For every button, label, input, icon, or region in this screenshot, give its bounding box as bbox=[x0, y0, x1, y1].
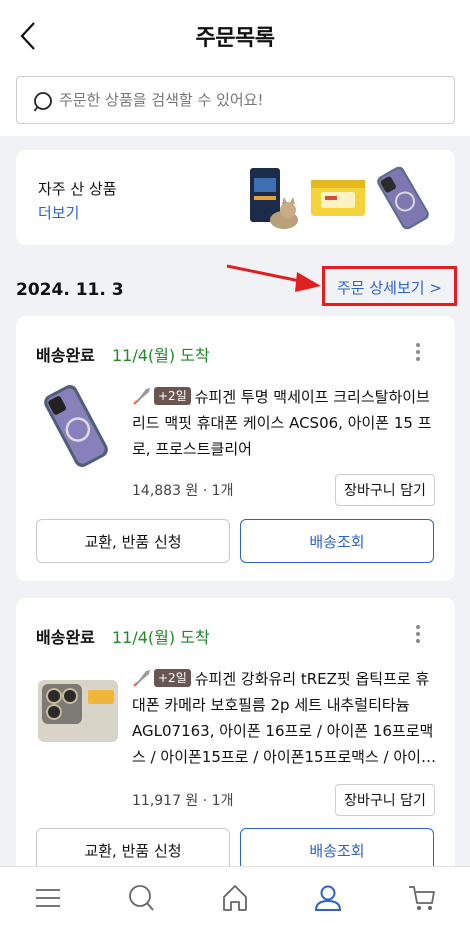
order-card: 배송완료 11/4(월) 도착 +2일 슈피겐 강화유리 tREZ핏 옵틱프로 휴… bbox=[16, 598, 455, 888]
more-vertical-icon[interactable] bbox=[411, 622, 425, 646]
search-input[interactable] bbox=[59, 77, 439, 123]
product-name[interactable]: +2일 슈피겐 강화유리 tREZ핏 옵틱프로 휴대폰 카메라 보호필름 2p 세… bbox=[132, 666, 438, 770]
cart-icon[interactable] bbox=[407, 883, 437, 913]
rocket-delivery-icon bbox=[133, 670, 150, 687]
order-date: 2024. 11. 3 bbox=[16, 280, 124, 300]
arrival-date: 11/4(월) 도착 bbox=[112, 628, 210, 647]
delivery-status: 배송완료 bbox=[36, 346, 95, 365]
more-vertical-icon[interactable] bbox=[411, 340, 425, 364]
product-image[interactable] bbox=[36, 670, 120, 750]
search-bar bbox=[0, 72, 470, 136]
order-detail-link[interactable]: 주문 상세보기 > bbox=[337, 277, 442, 298]
user-icon[interactable] bbox=[313, 883, 343, 913]
add-to-cart-button[interactable]: 장바구니 담기 bbox=[335, 784, 435, 816]
rocket-delivery-icon bbox=[133, 388, 150, 405]
phone-case-thumbnail[interactable] bbox=[372, 164, 434, 232]
arrival-date: 11/4(월) 도착 bbox=[112, 346, 210, 365]
bottom-navigation bbox=[0, 866, 470, 948]
delivery-badge: +2일 bbox=[154, 387, 191, 405]
annotation-arrow bbox=[226, 264, 321, 292]
order-detail-highlight: 주문 상세보기 > bbox=[322, 266, 457, 306]
header: 주문목록 bbox=[0, 0, 470, 72]
product-price: 11,917 원 · 1개 bbox=[132, 793, 234, 809]
add-to-cart-button[interactable]: 장바구니 담기 bbox=[335, 474, 435, 506]
page-title: 주문목록 bbox=[195, 26, 275, 51]
cat-food-thumbnail[interactable] bbox=[242, 164, 304, 232]
product-name[interactable]: +2일 슈피겐 투명 맥세이프 크리스탈하이브리드 맥핏 휴대폰 케이스 ACS0… bbox=[132, 384, 438, 462]
search-icon[interactable] bbox=[126, 883, 156, 913]
frequent-products-card[interactable]: 자주 산 상품 더보기 bbox=[16, 150, 455, 245]
home-icon[interactable] bbox=[220, 883, 250, 913]
delivery-badge: +2일 bbox=[154, 669, 191, 687]
product-price: 14,883 원 · 1개 bbox=[132, 483, 234, 499]
product-image[interactable] bbox=[36, 380, 116, 472]
pet-food-tray-thumbnail[interactable] bbox=[307, 164, 369, 232]
search-icon bbox=[33, 92, 52, 112]
delivery-status: 배송완료 bbox=[36, 628, 95, 647]
order-card: 배송완료 11/4(월) 도착 +2일 슈피겐 투명 맥세이프 크리스탈하이브리드… bbox=[16, 316, 455, 581]
frequent-products-title: 자주 산 상품 bbox=[38, 180, 117, 198]
exchange-return-button[interactable]: 교환, 반품 신청 bbox=[36, 519, 230, 563]
menu-icon[interactable] bbox=[33, 883, 63, 913]
search-box[interactable] bbox=[16, 76, 455, 124]
track-delivery-button[interactable]: 배송조회 bbox=[240, 519, 434, 563]
frequent-more-link[interactable]: 더보기 bbox=[38, 202, 79, 223]
